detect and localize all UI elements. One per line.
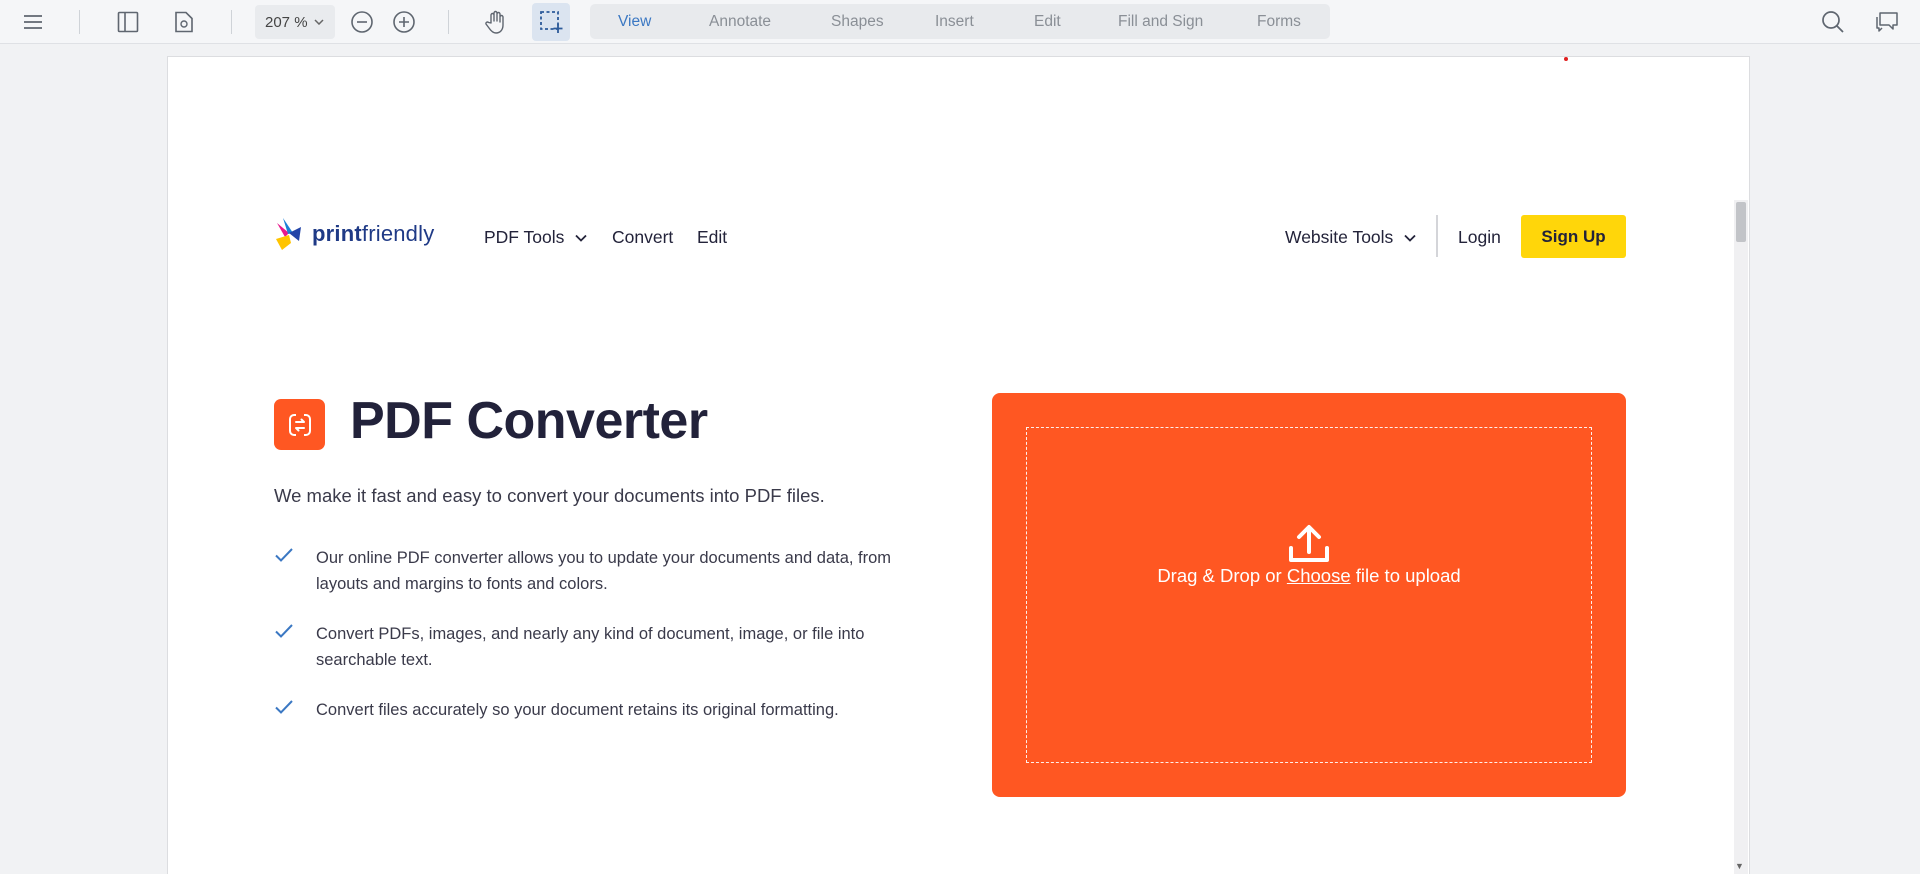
nav-website-tools-label: Website Tools	[1285, 227, 1394, 247]
select-icon	[540, 11, 563, 33]
converter-badge	[274, 399, 325, 450]
search-icon	[1822, 11, 1844, 33]
login-link[interactable]: Login	[1458, 227, 1501, 248]
zoom-in-button[interactable]	[386, 6, 422, 38]
zoom-out-icon	[351, 11, 373, 33]
upload-dropzone[interactable]: Drag & Drop or Choose file to upload	[992, 393, 1626, 797]
chevron-down-icon	[1404, 235, 1416, 243]
sidebar-icon	[117, 11, 139, 33]
nav-divider	[1436, 215, 1438, 257]
tab-annotate[interactable]: Annotate	[709, 13, 771, 31]
feature-text: Convert PDFs, images, and nearly any kin…	[316, 625, 865, 669]
toolbar-divider	[448, 10, 449, 34]
marker-dot	[1564, 57, 1568, 61]
nav-website-tools[interactable]: Website Tools	[1285, 227, 1416, 248]
nav-convert[interactable]: Convert	[612, 227, 673, 248]
search-button[interactable]	[1815, 6, 1851, 38]
zoom-value: 207 %	[265, 13, 308, 31]
choose-file-link[interactable]: Choose	[1287, 565, 1351, 586]
check-icon	[275, 548, 293, 562]
comments-button[interactable]	[1869, 6, 1905, 38]
check-icon	[275, 624, 293, 638]
dropzone-border	[1026, 427, 1592, 763]
tab-insert[interactable]: Insert	[935, 13, 974, 31]
zoom-out-button[interactable]	[344, 6, 380, 38]
zoom-in-icon	[393, 11, 415, 33]
feature-text: Convert files accurately so your documen…	[316, 701, 839, 719]
page-subtitle: We make it fast and easy to convert your…	[274, 485, 825, 506]
menu-icon	[24, 15, 42, 29]
toolbar-divider	[79, 10, 80, 34]
hand-icon	[485, 10, 504, 34]
tab-shapes[interactable]: Shapes	[831, 13, 884, 31]
zoom-select[interactable]: 207 %	[255, 5, 335, 39]
upload-icon	[1289, 525, 1329, 562]
scrollbar-track[interactable]	[1734, 200, 1748, 874]
nav-pdf-tools[interactable]: PDF Tools	[484, 227, 587, 248]
sign-up-button[interactable]: Sign Up	[1521, 215, 1626, 258]
tab-view[interactable]: View	[618, 13, 651, 31]
menu-button[interactable]	[15, 6, 51, 38]
scrollbar-thumb[interactable]	[1736, 202, 1746, 242]
pdf-page: printfriendly PDF Tools Convert Edit Web…	[167, 56, 1750, 874]
upload-instructions: Drag & Drop or Choose file to upload	[1157, 565, 1461, 586]
check-icon	[275, 700, 293, 714]
comments-icon	[1876, 12, 1898, 32]
nav-pdf-tools-label: PDF Tools	[484, 227, 565, 247]
scroll-down-arrow-icon[interactable]: ▼	[1735, 861, 1744, 871]
tab-fill-and-sign[interactable]: Fill and Sign	[1118, 13, 1203, 31]
toolbar-divider	[231, 10, 232, 34]
page-title: PDF Converter	[350, 392, 708, 450]
chevron-down-icon	[575, 235, 587, 243]
nav-edit[interactable]: Edit	[697, 227, 727, 248]
pan-tool-button[interactable]	[478, 6, 514, 38]
page-settings-icon	[175, 11, 193, 33]
toggle-sidebar-button[interactable]	[110, 6, 146, 38]
printfriendly-logo[interactable]: printfriendly	[274, 217, 434, 251]
select-tool-button[interactable]	[532, 3, 570, 41]
tab-forms[interactable]: Forms	[1257, 13, 1301, 31]
feature-text: Our online PDF converter allows you to u…	[316, 549, 892, 593]
printfriendly-logo-icon	[276, 218, 301, 250]
logo-text: printfriendly	[312, 221, 435, 246]
mode-tabs: View Annotate Shapes Insert Edit Fill an…	[590, 4, 1330, 39]
convert-icon	[288, 412, 311, 437]
chevron-down-icon	[314, 19, 324, 25]
tab-edit[interactable]: Edit	[1034, 13, 1061, 31]
page-settings-button[interactable]	[166, 6, 202, 38]
viewer-toolbar: 207 % View Annotate Shapes Insert Edit F…	[0, 0, 1920, 44]
